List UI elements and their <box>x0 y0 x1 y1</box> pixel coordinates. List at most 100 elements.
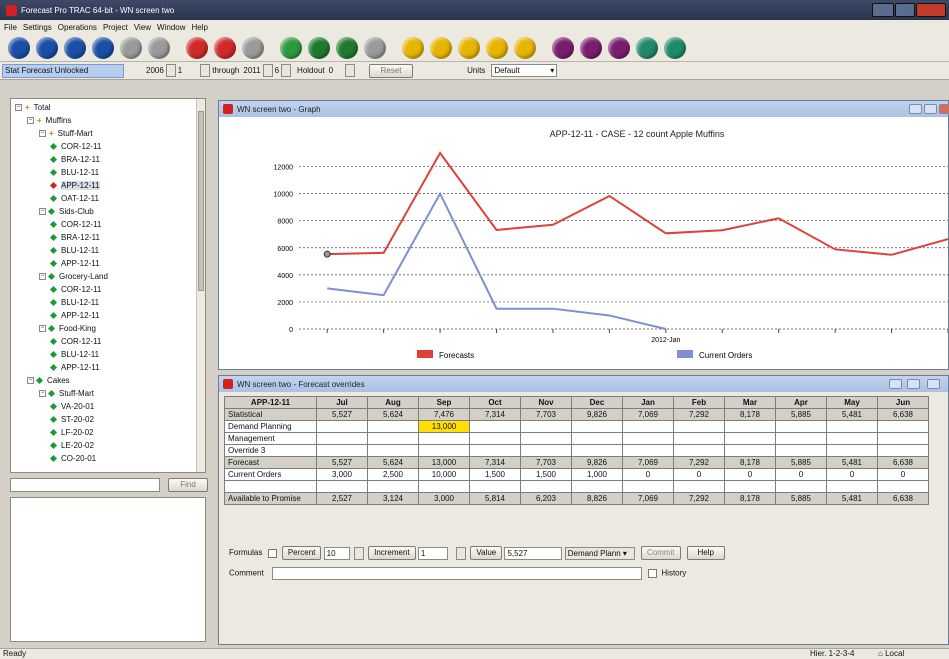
wrench-icon[interactable] <box>664 36 686 59</box>
overrides-maximize-button[interactable] <box>907 379 920 389</box>
grid-cell[interactable]: 5,624 <box>367 408 419 421</box>
commit-button[interactable]: Commit <box>640 546 681 560</box>
graph-close-button[interactable] <box>939 104 949 114</box>
grid-cell[interactable]: 9,826 <box>571 408 623 421</box>
tree-node[interactable]: APP-12-11 <box>49 257 100 270</box>
grid-cell[interactable]: 0 <box>673 468 725 481</box>
grid-cell[interactable] <box>571 444 623 457</box>
grid-cell[interactable] <box>418 432 470 445</box>
tree-node[interactable]: BLU-12-11 <box>49 244 99 257</box>
tree-node[interactable]: ST-20-02 <box>49 413 94 426</box>
grid-cell[interactable] <box>316 480 368 493</box>
tree-node[interactable]: − + Stuff-Mart <box>39 127 93 140</box>
grid-cell[interactable]: 1,500 <box>520 468 572 481</box>
grid-cell[interactable]: 7,703 <box>520 408 572 421</box>
new-icon[interactable] <box>64 36 86 59</box>
grid-cell[interactable] <box>673 420 725 433</box>
increment-spinner[interactable] <box>456 546 467 560</box>
graph-minimize-button[interactable] <box>909 104 922 114</box>
grid-cell[interactable] <box>826 444 878 457</box>
open-icon[interactable] <box>8 36 30 59</box>
report-icon[interactable] <box>552 36 574 59</box>
grid-cell[interactable]: 6,638 <box>877 456 929 469</box>
target-select[interactable]: Demand Plann ▾ <box>564 546 635 560</box>
grid-cell[interactable]: 10,000 <box>418 468 470 481</box>
grid-cell[interactable]: 1,000 <box>571 468 623 481</box>
grid-cell[interactable]: 0 <box>622 468 674 481</box>
tools-icon[interactable] <box>242 36 264 59</box>
grid-cell[interactable] <box>622 480 674 493</box>
grid-cell[interactable] <box>622 420 674 433</box>
grid-cell[interactable] <box>775 480 827 493</box>
grid-cell[interactable] <box>520 432 572 445</box>
grid-cell[interactable]: 2,527 <box>316 492 368 505</box>
grid-cell[interactable]: 13,000 <box>418 456 470 469</box>
tree-node[interactable]: COR-12-11 <box>49 140 101 153</box>
funnel-icon[interactable] <box>636 36 658 59</box>
grid-cell[interactable] <box>724 480 776 493</box>
overrides-minimize-button[interactable] <box>889 379 902 389</box>
grid-cell[interactable]: 2,500 <box>367 468 419 481</box>
menu-operations[interactable]: Operations <box>58 23 97 32</box>
grid-cell[interactable]: 7,069 <box>622 492 674 505</box>
graph-maximize-button[interactable] <box>924 104 937 114</box>
tree-node[interactable]: APP-12-11 <box>49 309 100 322</box>
grid-cell[interactable]: 7,476 <box>418 408 470 421</box>
grid-cell[interactable]: 0 <box>724 468 776 481</box>
grid-cell[interactable]: 7,314 <box>469 456 521 469</box>
tree-expander-icon[interactable]: − <box>39 273 46 281</box>
menu-window[interactable]: Window <box>157 23 185 32</box>
tree-node[interactable]: LE-20-02 <box>49 439 94 452</box>
chart-icon[interactable] <box>308 36 330 59</box>
close-button[interactable] <box>916 3 946 17</box>
grid-cell[interactable] <box>469 480 521 493</box>
through-spinner[interactable] <box>200 64 211 77</box>
grid-cell[interactable]: 5,885 <box>775 408 827 421</box>
tree-node[interactable]: COR-12-11 <box>49 218 101 231</box>
grid-cell[interactable]: 3,000 <box>418 492 470 505</box>
grid-cell[interactable] <box>826 432 878 445</box>
grid-cell[interactable]: 1,500 <box>469 468 521 481</box>
value-input[interactable]: 5,527 <box>504 546 563 560</box>
grid-cell[interactable] <box>571 480 623 493</box>
grid-cell[interactable]: 5,481 <box>826 492 878 505</box>
grid-cell[interactable]: 5,885 <box>775 456 827 469</box>
grid-cell[interactable]: 6,638 <box>877 492 929 505</box>
tree-scroll-thumb[interactable] <box>198 111 204 291</box>
tree-expander-icon[interactable]: − <box>39 208 46 216</box>
tree-scrollbar[interactable] <box>196 99 205 472</box>
find-input[interactable] <box>10 478 160 492</box>
increment-button[interactable]: Increment <box>368 546 416 560</box>
tree-expander-icon[interactable]: − <box>27 377 34 385</box>
save-icon[interactable] <box>36 36 58 59</box>
grid-cell[interactable] <box>418 480 470 493</box>
grid-cell[interactable] <box>367 480 419 493</box>
grid-cell[interactable]: 5,481 <box>826 408 878 421</box>
grid-cell[interactable] <box>775 432 827 445</box>
grid-cell[interactable]: 7,314 <box>469 408 521 421</box>
grid-cell[interactable] <box>724 420 776 433</box>
compare-icon[interactable] <box>486 36 508 59</box>
grid-cell[interactable] <box>673 480 725 493</box>
tree-node[interactable]: BRA-12-11 <box>49 231 100 244</box>
tree-node[interactable]: − Food-King <box>39 322 96 335</box>
tree-node[interactable]: − + Total <box>15 101 51 114</box>
grid-cell[interactable] <box>826 480 878 493</box>
grid-cell[interactable]: 5,481 <box>826 456 878 469</box>
grid-cell[interactable] <box>877 444 929 457</box>
grid-cell[interactable]: 7,069 <box>622 408 674 421</box>
increment-input[interactable]: 1 <box>417 546 448 560</box>
grid-cell[interactable] <box>418 444 470 457</box>
tree-node[interactable]: APP-12-11 <box>49 179 100 192</box>
grid-cell[interactable]: 8,178 <box>724 456 776 469</box>
menu-help[interactable]: Help <box>192 23 208 32</box>
reset-button[interactable]: Reset <box>369 63 414 78</box>
grid-cell[interactable]: 7,292 <box>673 408 725 421</box>
start-marker[interactable] <box>323 250 331 258</box>
grid-cell[interactable] <box>877 420 929 433</box>
grid-cell[interactable] <box>367 432 419 445</box>
tree-expander-icon[interactable]: − <box>39 130 46 138</box>
tree-node[interactable]: BLU-12-11 <box>49 166 99 179</box>
grid-cell[interactable] <box>877 432 929 445</box>
grid-cell[interactable] <box>724 444 776 457</box>
